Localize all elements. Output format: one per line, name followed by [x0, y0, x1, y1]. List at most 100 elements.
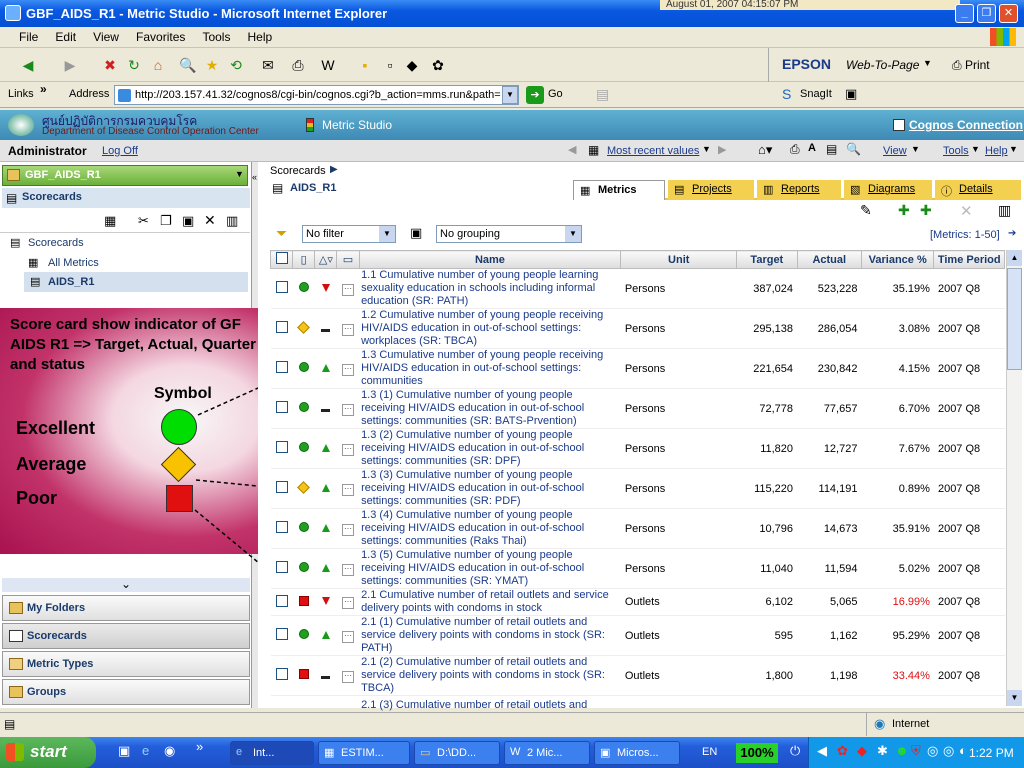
metric-row[interactable]: ··· 1.1 Cumulative number of young people…: [270, 268, 1005, 309]
tree-item-all-metrics[interactable]: All Metrics: [48, 257, 99, 269]
tray-volume-icon[interactable]: ◎: [943, 743, 954, 759]
metric-row[interactable]: ··· 1.2 Cumulative number of young people…: [270, 308, 1005, 349]
print-page-icon[interactable]: ⎙: [790, 142, 800, 157]
view-dropdown-icon[interactable]: ▼: [911, 144, 920, 154]
variance-header[interactable]: Variance %: [860, 250, 935, 269]
menu-favorites[interactable]: Favorites: [129, 27, 192, 47]
web-to-page-dropdown-icon[interactable]: ▼: [923, 58, 932, 68]
quicklaunch-expand-icon[interactable]: »: [196, 739, 203, 754]
row-actions-icon[interactable]: ···: [341, 670, 354, 683]
view-menu[interactable]: View: [883, 145, 907, 157]
package-selector[interactable]: GBF_AIDS_R1 ▼: [2, 165, 248, 186]
row-actions-icon[interactable]: ···: [341, 597, 354, 609]
maximize-button[interactable]: ❐: [977, 4, 996, 23]
task-estim[interactable]: ▦ ESTIM...: [318, 741, 410, 765]
row-checkbox[interactable]: [275, 561, 288, 573]
task-word[interactable]: W2 Mic...: [504, 741, 590, 765]
target-header[interactable]: Target: [736, 250, 798, 269]
find-icon[interactable]: 🔍: [846, 142, 861, 156]
most-recent-values-link[interactable]: Most recent values: [607, 145, 699, 157]
filter-dropdown-icon[interactable]: ▼: [379, 226, 395, 242]
nav-my-folders[interactable]: My Folders: [2, 595, 250, 621]
edit-icon[interactable]: W: [318, 55, 338, 75]
row-actions-icon[interactable]: ···: [341, 403, 354, 416]
next-page-icon[interactable]: ➔: [1008, 228, 1016, 239]
tree-item-selected[interactable]: ▤ AIDS_R1: [24, 272, 248, 292]
row-actions-icon[interactable]: ···: [341, 483, 354, 496]
search-icon[interactable]: 🔍: [178, 55, 198, 75]
row-checkbox[interactable]: [275, 321, 288, 333]
snagit-capture-icon[interactable]: ▣: [845, 86, 857, 102]
row-checkbox[interactable]: [275, 628, 288, 640]
unit-header[interactable]: Unit: [620, 250, 738, 269]
actions-header[interactable]: ▭: [336, 250, 360, 269]
tool-icon[interactable]: ✿: [428, 55, 448, 75]
metric-name-link[interactable]: 1.3 Cumulative number of young people re…: [361, 349, 603, 387]
metric-name-link[interactable]: 1.1 Cumulative number of young people le…: [361, 269, 598, 307]
row-checkbox[interactable]: [275, 521, 288, 533]
next-icon[interactable]: ▶: [718, 143, 726, 156]
actual-header[interactable]: Actual: [796, 250, 862, 269]
links-expand-icon[interactable]: »: [40, 82, 47, 96]
row-actions-icon[interactable]: ···: [341, 630, 354, 643]
web-to-page-button[interactable]: Web-To-Page: [846, 58, 919, 72]
row-actions-icon[interactable]: ···: [341, 363, 354, 376]
menu-file[interactable]: File: [12, 27, 45, 47]
print-icon[interactable]: ⎙: [288, 55, 308, 75]
print-button[interactable]: ⎙ Print: [952, 58, 990, 73]
row-actions-icon[interactable]: ···: [341, 323, 354, 336]
task-folder[interactable]: ▭ D:\DD...: [414, 741, 500, 765]
tray-app-icon-1[interactable]: ✿: [837, 743, 848, 759]
row-checkbox[interactable]: [275, 361, 288, 373]
tray-misc-icon[interactable]: ◐: [959, 743, 967, 758]
task-access[interactable]: ▣ Micros...: [594, 741, 680, 765]
tree-item-scorecards[interactable]: Scorecards: [28, 237, 84, 249]
row-checkbox[interactable]: [275, 401, 288, 413]
edit-metric-icon[interactable]: ✎: [860, 202, 872, 219]
time-period-header[interactable]: Time Period: [933, 250, 1005, 269]
language-indicator[interactable]: EN: [702, 746, 717, 758]
discuss-icon[interactable]: ▪: [355, 55, 375, 75]
tab-diagrams[interactable]: ▧ Diagrams: [844, 180, 932, 200]
tools-dropdown-icon[interactable]: ▼: [971, 144, 980, 154]
back-icon[interactable]: ◀: [18, 55, 38, 75]
metric-name-link[interactable]: 1.3 (1) Cumulative number of young peopl…: [361, 389, 584, 427]
messenger-icon[interactable]: ▫: [380, 55, 400, 75]
properties-icon[interactable]: ▥: [226, 213, 238, 229]
tab-projects[interactable]: ▤ Projects: [668, 180, 754, 200]
history-icon[interactable]: ⟲: [226, 55, 246, 75]
address-input[interactable]: http://203.157.41.32/cognos8/cgi-bin/cog…: [114, 85, 519, 105]
tab-metrics[interactable]: ▦ Metrics: [573, 180, 665, 200]
new-scorecard-icon[interactable]: ▦: [104, 213, 116, 229]
tray-shield-icon[interactable]: ⛨: [911, 743, 921, 759]
menu-tools[interactable]: Tools: [195, 27, 237, 47]
scroll-up-icon[interactable]: ▲: [1007, 250, 1022, 266]
menu-view[interactable]: View: [86, 27, 126, 47]
tray-bluetooth-icon[interactable]: ✱: [877, 743, 888, 759]
tray-back-icon[interactable]: ◀: [817, 743, 827, 759]
expand-nav-icon[interactable]: ⌄: [2, 578, 250, 592]
new-metric-icon[interactable]: ✚: [898, 202, 910, 219]
favorites-icon[interactable]: ★: [202, 55, 222, 75]
metric-row[interactable]: ··· 1.3 (2) Cumulative number of young pe…: [270, 428, 1005, 469]
scroll-down-icon[interactable]: ▼: [1007, 690, 1022, 706]
metric-name-link[interactable]: 1.3 (3) Cumulative number of young peopl…: [361, 469, 584, 507]
close-button[interactable]: ✕: [999, 4, 1018, 23]
metric-row[interactable]: ··· 2.1 (1) Cumulative number of retail o…: [270, 615, 1005, 656]
home-icon[interactable]: ⌂: [148, 55, 168, 75]
scroll-thumb[interactable]: [1007, 268, 1022, 370]
logoff-link[interactable]: Log Off: [102, 145, 138, 157]
metric-name-link[interactable]: 2.1 Cumulative number of retail outlets …: [361, 589, 609, 614]
metric-properties-icon[interactable]: ▥: [998, 202, 1011, 219]
previous-icon[interactable]: ◀: [568, 143, 576, 156]
row-actions-icon[interactable]: ···: [341, 523, 354, 536]
package-dropdown-icon[interactable]: ▼: [235, 169, 244, 179]
go-button[interactable]: Go: [548, 88, 563, 100]
cut-icon[interactable]: ✂: [138, 213, 149, 229]
quicklaunch-desktop-icon[interactable]: ▣: [118, 743, 130, 759]
breadcrumb-scorecards[interactable]: Scorecards: [270, 165, 326, 177]
tab-details[interactable]: ⓘ Details: [935, 180, 1021, 200]
filter-select[interactable]: No filter ▼: [302, 225, 396, 243]
trend-header[interactable]: △▿: [314, 250, 338, 269]
vertical-scrollbar[interactable]: ▲ ▼: [1006, 250, 1022, 706]
